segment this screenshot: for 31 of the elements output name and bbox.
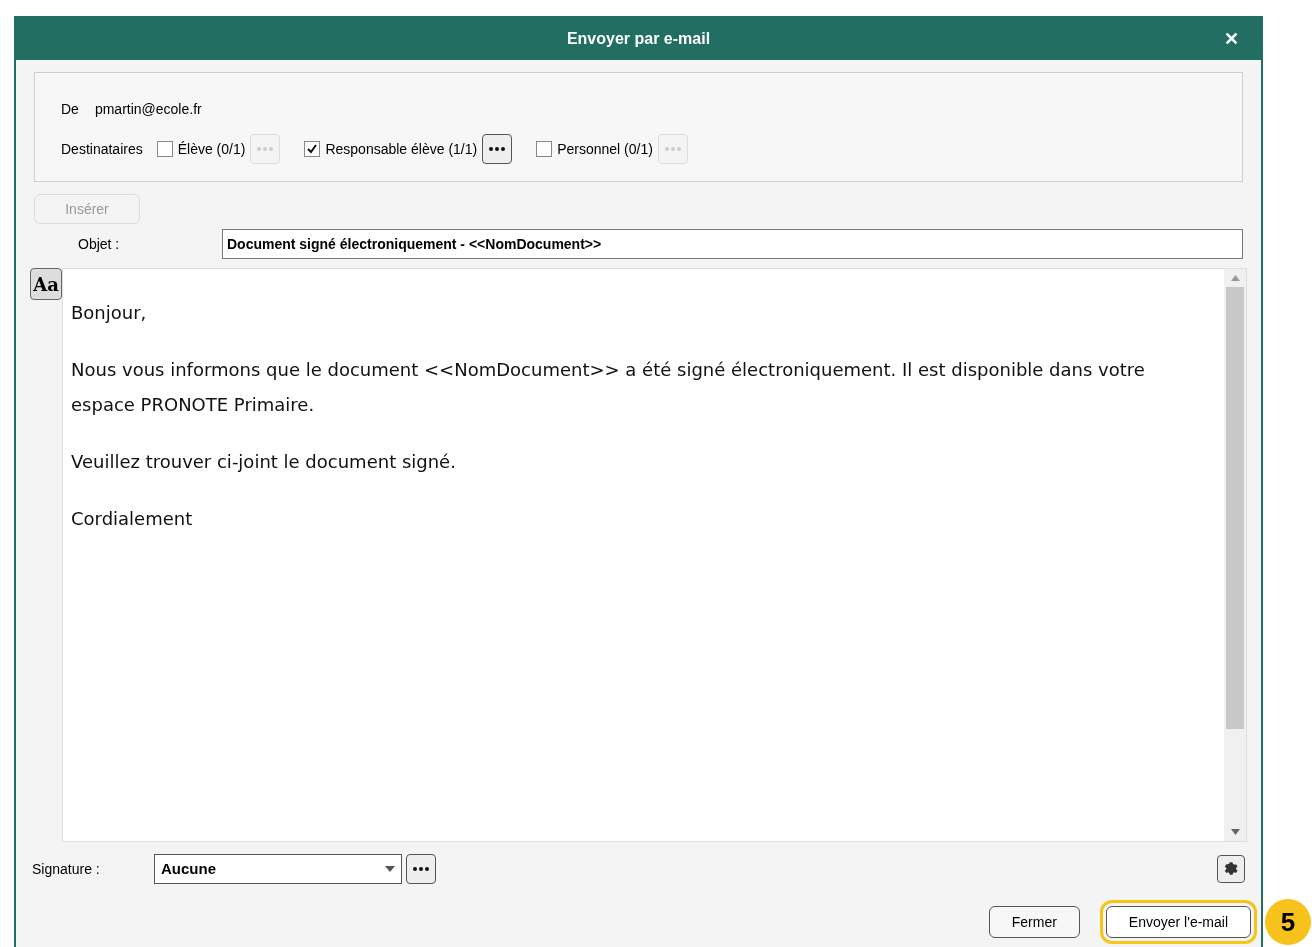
subject-field[interactable]: Document signé électroniquement - <<NomDocument>> xyxy=(222,229,1243,259)
checkbox[interactable] xyxy=(536,141,553,157)
checkbox[interactable] xyxy=(304,141,321,157)
more-button[interactable] xyxy=(406,854,436,884)
signature-dropdown[interactable]: Aucune xyxy=(154,854,402,884)
checkbox-label: Élève (0/1) xyxy=(177,139,246,159)
check-icon xyxy=(306,143,319,155)
subject-label: Objet : xyxy=(77,234,121,254)
message-paragraph: Bonjour, xyxy=(71,301,148,325)
message-paragraph: Veuillez trouver ci-joint le document signé. xyxy=(71,450,457,474)
format-button[interactable]: Aa xyxy=(30,268,62,300)
step-badge: 5 xyxy=(1265,899,1311,945)
signature-label: Signature : xyxy=(32,859,101,879)
from-address: pmartin@ecole.fr xyxy=(94,100,202,119)
message-paragraph: Cordialement xyxy=(71,507,194,531)
settings-button[interactable] xyxy=(1217,855,1245,883)
recipients-label: Destinataires xyxy=(61,139,143,159)
checkbox[interactable] xyxy=(156,141,173,157)
caret-icon xyxy=(385,866,395,872)
scroll-up-icon[interactable] xyxy=(1230,275,1240,281)
message-paragraph: Nous vous informons que le document <<NomDocument>> a été signé électroniquement. Il est disponible dans votre espace PRONOTE Primaire. xyxy=(71,358,1146,417)
scroll-down-icon[interactable] xyxy=(1230,829,1240,835)
from-label: De xyxy=(61,100,79,119)
dialog-button[interactable]: Fermer xyxy=(988,906,1080,938)
checkbox-label: Responsable élève (1/1) xyxy=(325,139,478,159)
scrollbar[interactable] xyxy=(1224,269,1246,841)
window-title: Envoyer par e-mail xyxy=(566,29,711,49)
close-button[interactable]: ✕ xyxy=(1224,25,1239,53)
settings-icon xyxy=(1222,860,1240,878)
checkbox-label: Personnel (0/1) xyxy=(557,139,653,159)
more-button[interactable] xyxy=(482,134,513,164)
